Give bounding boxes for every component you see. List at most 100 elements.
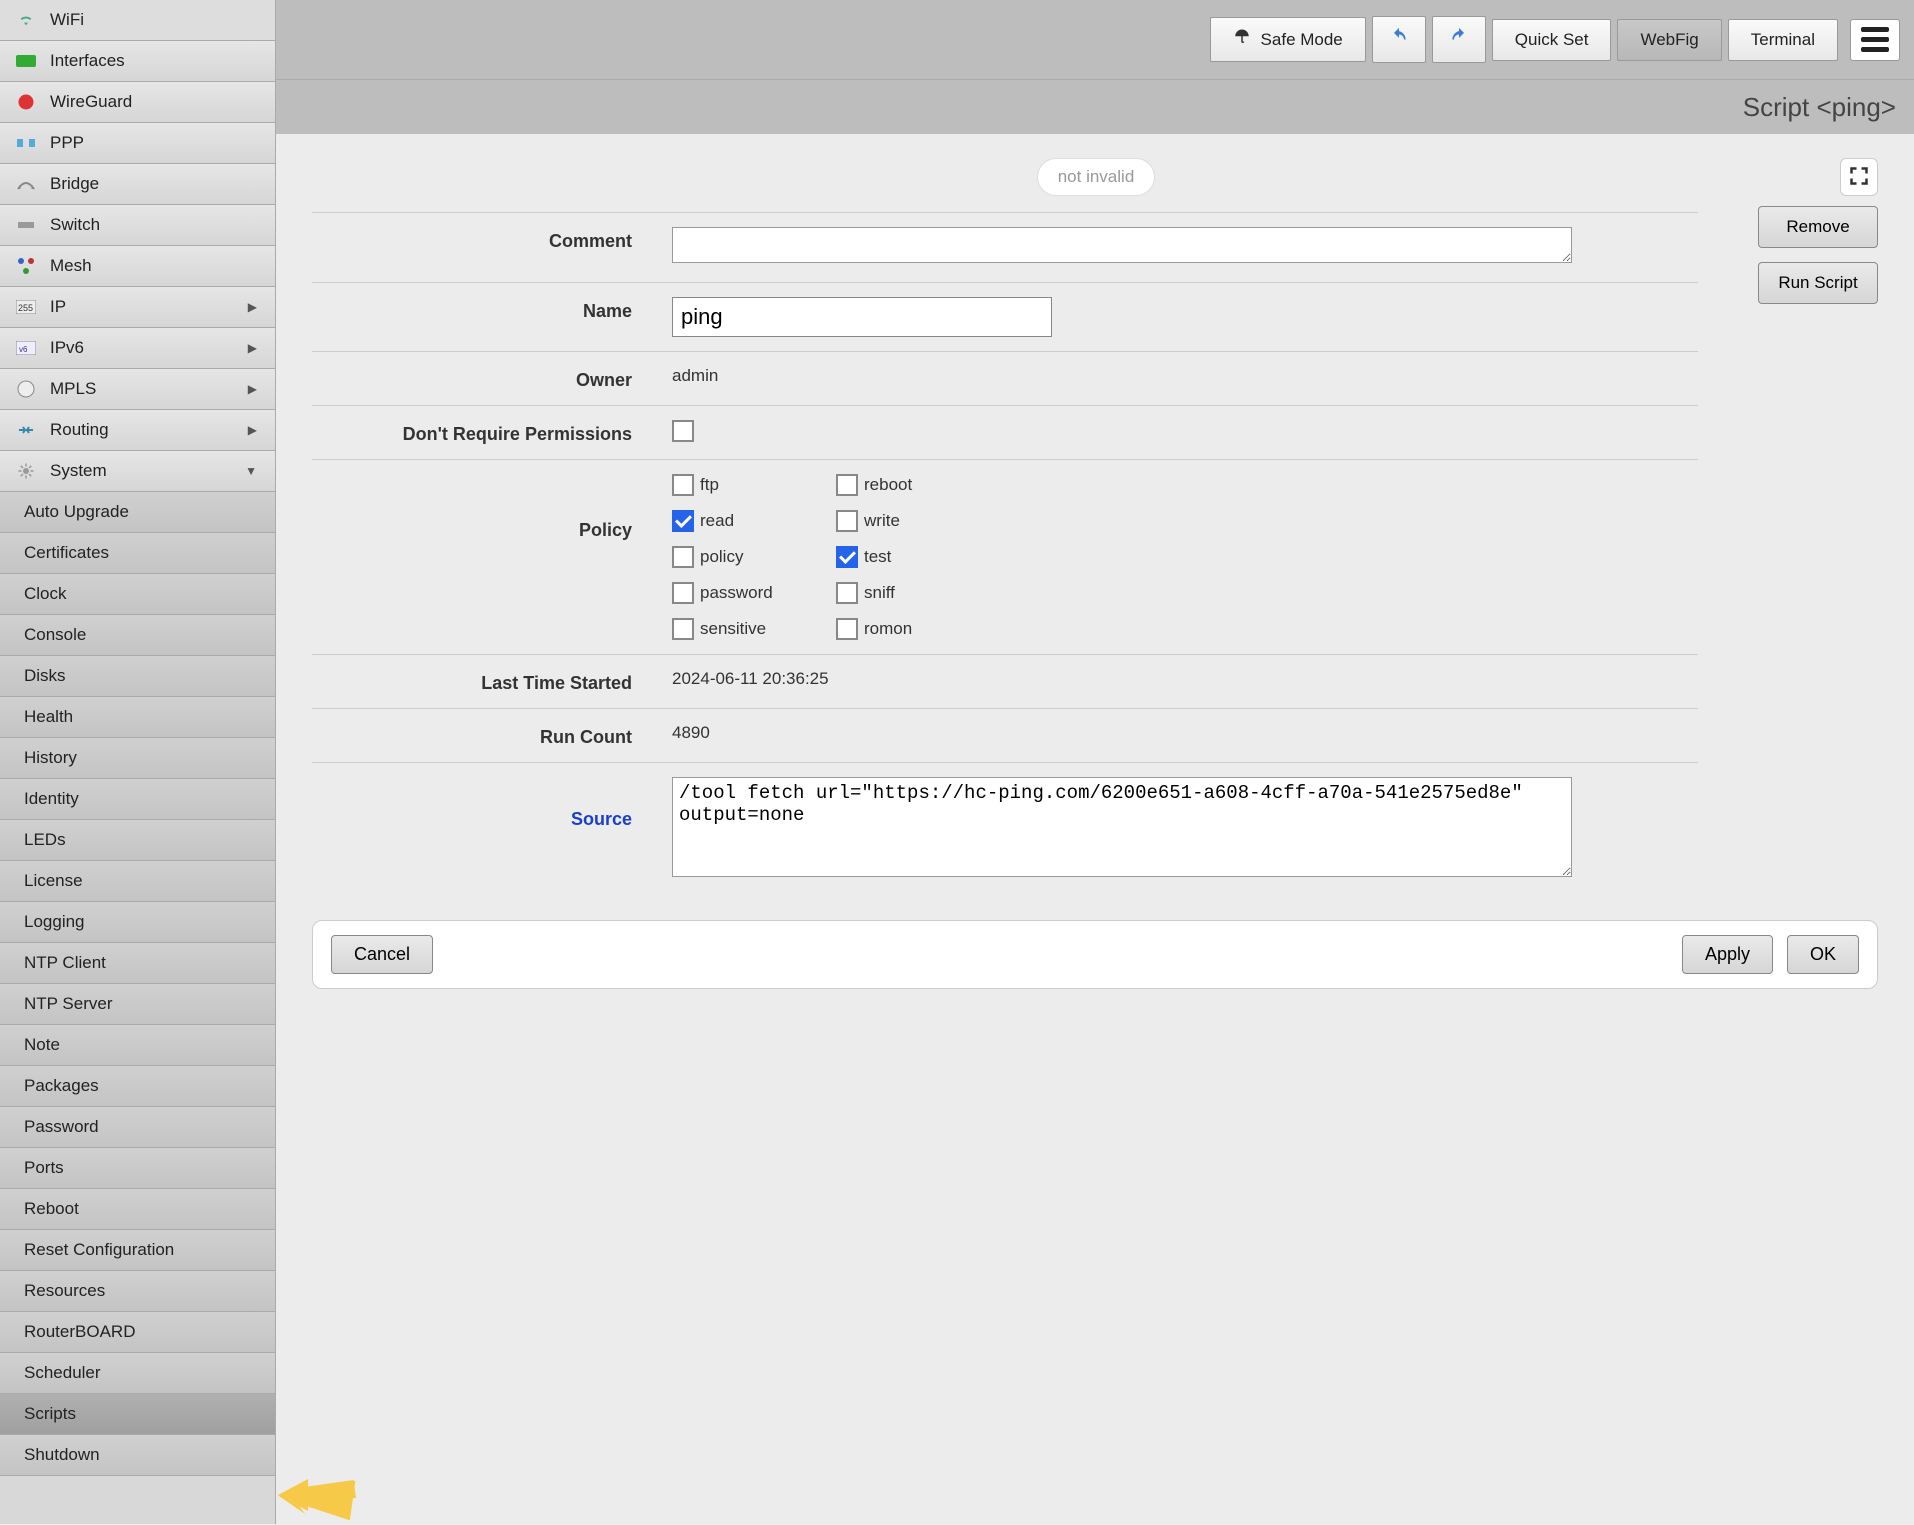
- apply-button[interactable]: Apply: [1682, 935, 1773, 974]
- ok-button[interactable]: OK: [1787, 935, 1859, 974]
- sidebar-item-note[interactable]: Note: [0, 1025, 275, 1066]
- undo-button[interactable]: [1372, 16, 1426, 63]
- fullscreen-icon: [1849, 166, 1869, 189]
- policy-checkbox-label: sniff: [864, 583, 895, 603]
- sidebar-item-routerboard[interactable]: RouterBOARD: [0, 1312, 275, 1353]
- sidebar-item-ports[interactable]: Ports: [0, 1148, 275, 1189]
- policy-checkbox-password[interactable]: [672, 582, 694, 604]
- policy-checkbox-sensitive[interactable]: [672, 618, 694, 640]
- policy-checkbox-policy[interactable]: [672, 546, 694, 568]
- terminal-button[interactable]: Terminal: [1728, 19, 1838, 61]
- cancel-button[interactable]: Cancel: [331, 935, 433, 974]
- sidebar-item-label: IPv6: [50, 338, 84, 358]
- sidebar-item-clock[interactable]: Clock: [0, 574, 275, 615]
- sidebar-item-wireguard[interactable]: WireGuard: [0, 82, 275, 123]
- sidebar-item-wifi[interactable]: WiFi: [0, 0, 275, 41]
- sidebar-item-console[interactable]: Console: [0, 615, 275, 656]
- bottom-bar: Cancel Apply OK: [312, 920, 1878, 989]
- policy-checkbox-label: policy: [700, 547, 743, 567]
- sidebar-item-scripts[interactable]: Scripts: [0, 1394, 275, 1435]
- policy-label: Policy: [312, 474, 672, 541]
- sidebar-item-leds[interactable]: LEDs: [0, 820, 275, 861]
- webfig-button[interactable]: WebFig: [1617, 19, 1721, 61]
- sidebar-item-health[interactable]: Health: [0, 697, 275, 738]
- sidebar-item-history[interactable]: History: [0, 738, 275, 779]
- chevron-icon: ▶: [248, 423, 257, 437]
- owner-label: Owner: [312, 366, 672, 391]
- sidebar-item-reset-configuration[interactable]: Reset Configuration: [0, 1230, 275, 1271]
- sidebar-item-logging[interactable]: Logging: [0, 902, 275, 943]
- policy-checkbox-test[interactable]: [836, 546, 858, 568]
- last-started-value: 2024-06-11 20:36:25: [672, 669, 1698, 689]
- sidebar-item-label: Console: [24, 625, 86, 645]
- sidebar-item-password[interactable]: Password: [0, 1107, 275, 1148]
- sidebar-item-ppp[interactable]: PPP: [0, 123, 275, 164]
- source-label: Source: [312, 777, 672, 830]
- sidebar-item-routing[interactable]: Routing▶: [0, 410, 275, 451]
- sidebar-item-ntp-client[interactable]: NTP Client: [0, 943, 275, 984]
- policy-checkbox-reboot[interactable]: [836, 474, 858, 496]
- policy-item-write: write: [836, 510, 996, 532]
- sidebar-item-disks[interactable]: Disks: [0, 656, 275, 697]
- sidebar-item-bridge[interactable]: Bridge: [0, 164, 275, 205]
- redo-button[interactable]: [1432, 16, 1486, 63]
- sidebar-item-ntp-server[interactable]: NTP Server: [0, 984, 275, 1025]
- sidebar-item-label: NTP Server: [24, 994, 113, 1014]
- policy-checkbox-ftp[interactable]: [672, 474, 694, 496]
- sidebar-item-identity[interactable]: Identity: [0, 779, 275, 820]
- policy-checkbox-sniff[interactable]: [836, 582, 858, 604]
- sidebar-item-label: Packages: [24, 1076, 99, 1096]
- policy-item-policy: policy: [672, 546, 832, 568]
- remove-button[interactable]: Remove: [1758, 206, 1878, 248]
- undo-icon: [1389, 27, 1409, 52]
- sidebar-item-license[interactable]: License: [0, 861, 275, 902]
- sidebar-item-label: License: [24, 871, 83, 891]
- name-input[interactable]: [672, 297, 1052, 337]
- quick-set-button[interactable]: Quick Set: [1492, 19, 1612, 61]
- policy-checkbox-read[interactable]: [672, 510, 694, 532]
- svg-text:v6: v6: [19, 345, 28, 354]
- comment-input[interactable]: [672, 227, 1572, 263]
- sidebar-item-label: Scripts: [24, 1404, 76, 1424]
- safe-mode-label: Safe Mode: [1261, 30, 1343, 50]
- sidebar-item-switch[interactable]: Switch: [0, 205, 275, 246]
- sidebar-item-scheduler[interactable]: Scheduler: [0, 1353, 275, 1394]
- sidebar-item-certificates[interactable]: Certificates: [0, 533, 275, 574]
- source-input[interactable]: /tool fetch url="https://hc-ping.com/620…: [672, 777, 1572, 877]
- sidebar-item-auto-upgrade[interactable]: Auto Upgrade: [0, 492, 275, 533]
- policy-checkbox-label: reboot: [864, 475, 912, 495]
- run-count-value: 4890: [672, 723, 1698, 743]
- sidebar-item-interfaces[interactable]: Interfaces: [0, 41, 275, 82]
- sidebar-item-mesh[interactable]: Mesh: [0, 246, 275, 287]
- menu-button[interactable]: [1850, 19, 1900, 61]
- comment-label: Comment: [312, 227, 672, 252]
- sidebar-item-system[interactable]: System▼: [0, 451, 275, 492]
- dont-require-checkbox[interactable]: [672, 420, 694, 442]
- policy-checkbox-label: ftp: [700, 475, 719, 495]
- sidebar-item-label: Disks: [24, 666, 66, 686]
- sidebar-item-label: Note: [24, 1035, 60, 1055]
- policy-item-romon: romon: [836, 618, 996, 640]
- run-script-button[interactable]: Run Script: [1758, 262, 1878, 304]
- sidebar-item-ipv6[interactable]: v6IPv6▶: [0, 328, 275, 369]
- sidebar-item-reboot[interactable]: Reboot: [0, 1189, 275, 1230]
- policy-checkbox-write[interactable]: [836, 510, 858, 532]
- sidebar-item-resources[interactable]: Resources: [0, 1271, 275, 1312]
- terminal-label: Terminal: [1751, 30, 1815, 50]
- fullscreen-button[interactable]: [1840, 158, 1878, 196]
- sidebar-item-label: Health: [24, 707, 73, 727]
- policy-checkbox-label: romon: [864, 619, 912, 639]
- quick-set-label: Quick Set: [1515, 30, 1589, 50]
- ipv6-icon: v6: [14, 338, 38, 358]
- sidebar-item-shutdown[interactable]: Shutdown: [0, 1435, 275, 1476]
- sidebar-item-mpls[interactable]: MPLS▶: [0, 369, 275, 410]
- sidebar-item-ip[interactable]: 255IP▶: [0, 287, 275, 328]
- policy-checkbox-romon[interactable]: [836, 618, 858, 640]
- sidebar-item-label: WiFi: [50, 10, 84, 30]
- safe-mode-button[interactable]: Safe Mode: [1210, 17, 1366, 62]
- sidebar-item-packages[interactable]: Packages: [0, 1066, 275, 1107]
- sidebar-item-label: LEDs: [24, 830, 66, 850]
- policy-checkbox-label: sensitive: [700, 619, 766, 639]
- sidebar-item-label: NTP Client: [24, 953, 106, 973]
- sidebar-item-label: PPP: [50, 133, 84, 153]
